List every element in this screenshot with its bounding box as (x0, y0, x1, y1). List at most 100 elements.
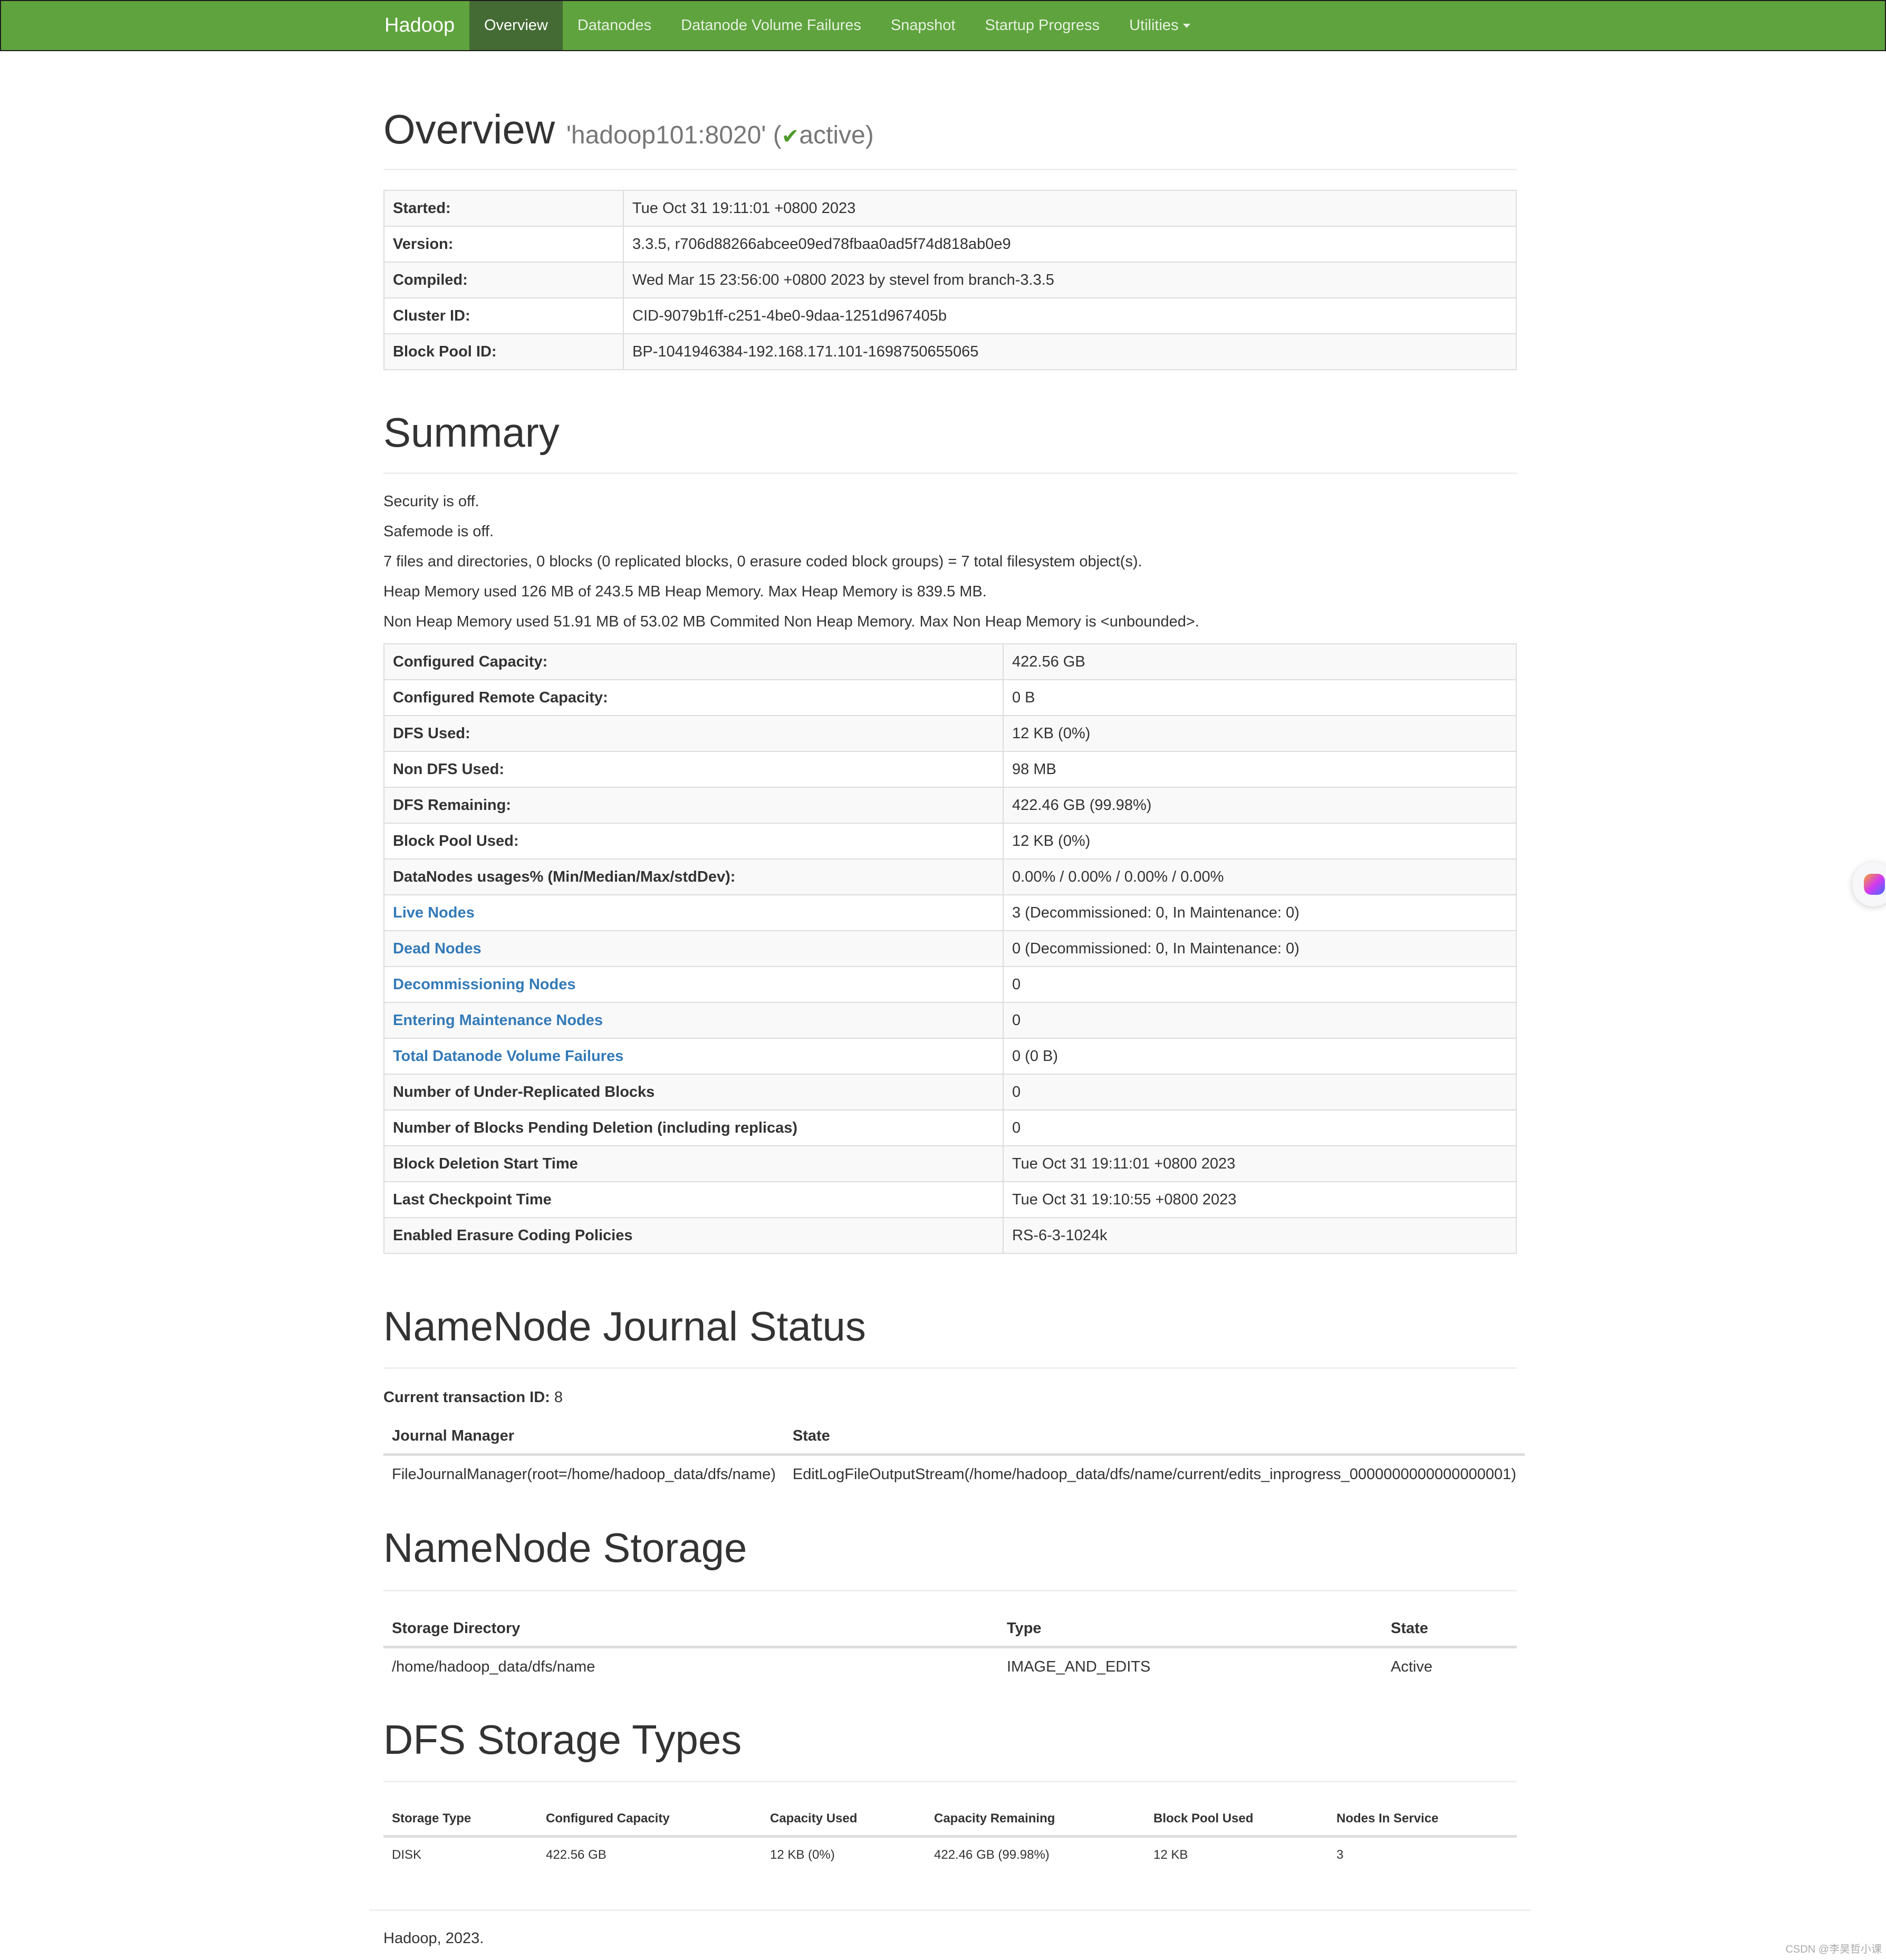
row-link[interactable]: Live Nodes (393, 904, 475, 921)
capacity-remaining-cell: 422.46 GB (99.98%) (934, 1848, 1050, 1862)
table-row: Version: 3.3.5, r706d88266abcee09ed78fbaa… (383, 226, 1517, 263)
row-value: 0 (1003, 1002, 1517, 1039)
current-transaction: Current transaction ID: 8 (383, 1389, 563, 1406)
row-label: Started: (383, 190, 624, 227)
row-value: 422.46 GB (99.98%) (1003, 787, 1517, 824)
row-label: Cluster ID: (383, 297, 624, 334)
nav-utilities-dropdown[interactable]: Utilities (1114, 1, 1205, 50)
nav-datanodes[interactable]: Datanodes (563, 1, 666, 50)
row-value: 0 (0 B) (1003, 1038, 1517, 1075)
row-label: Configured Capacity: (383, 643, 1004, 680)
row-value: 0 (1003, 1109, 1517, 1146)
table-row: Number of Blocks Pending Deletion (inclu… (383, 1109, 1517, 1146)
row-value: 12 KB (0%) (1003, 823, 1517, 860)
journal-state-cell: EditLogFileOutputStream(/home/hadoop_dat… (792, 1465, 1516, 1483)
col-state: State (1382, 1611, 1517, 1648)
nav-snapshot[interactable]: Snapshot (876, 1, 970, 50)
table-row: Dead Nodes 0 (Decommissioned: 0, In Maint… (383, 930, 1517, 967)
check-icon: ✔ (781, 125, 800, 148)
row-value: Tue Oct 31 19:11:01 +0800 2023 (623, 190, 1517, 227)
divider (383, 1590, 1517, 1591)
row-label: Block Pool Used: (383, 823, 1004, 860)
col-nodes-in-service: Nodes In Service (1328, 1802, 1517, 1838)
filesystem-objects: 7 files and directories, 0 blocks (0 rep… (383, 553, 1142, 570)
table-row: Live Nodes 3 (Decommissioned: 0, In Maint… (383, 894, 1517, 931)
non-heap-memory: Non Heap Memory used 51.91 MB of 53.02 M… (383, 613, 1199, 630)
row-link[interactable]: Entering Maintenance Nodes (393, 1012, 603, 1029)
row-label: Dead Nodes (383, 930, 1004, 967)
overview-heading: Overview 'hadoop101:8020' (✔active) (383, 105, 874, 153)
ai-assistant-button[interactable] (1852, 862, 1886, 906)
row-link[interactable]: Decommissioning Nodes (393, 976, 575, 993)
nav-menu: Overview Datanodes Datanode Volume Failu… (469, 1, 1205, 50)
table-row: Configured Remote Capacity: 0 B (383, 679, 1517, 716)
nav-datanode-volume-failures[interactable]: Datanode Volume Failures (666, 1, 876, 50)
row-label: Last Checkpoint Time (383, 1181, 1004, 1218)
table-row: Cluster ID: CID-9079b1ff-c251-4be0-9daa-1… (383, 297, 1517, 334)
journal-table: Journal Manager State FileJournalManager… (383, 1418, 1525, 1493)
nav-overview[interactable]: Overview (469, 1, 563, 50)
journal-heading: NameNode Journal Status (383, 1303, 866, 1349)
row-value: 0 (1003, 1074, 1517, 1111)
table-row: Compiled: Wed Mar 15 23:56:00 +0800 2023 … (383, 262, 1517, 298)
table-row: /home/hadoop_data/dfs/name IMAGE_AND_EDI… (383, 1647, 1517, 1686)
table-row: Block Deletion Start Time Tue Oct 31 19:1… (383, 1145, 1517, 1182)
row-value: CID-9079b1ff-c251-4be0-9daa-1251d967405b (623, 297, 1517, 334)
heap-memory: Heap Memory used 126 MB of 243.5 MB Heap… (383, 583, 987, 600)
row-label: Configured Remote Capacity: (383, 679, 1004, 716)
footer-divider (369, 1909, 1531, 1911)
row-label: Entering Maintenance Nodes (383, 1002, 1004, 1039)
table-row: Entering Maintenance Nodes 0 (383, 1002, 1517, 1039)
row-link[interactable]: Dead Nodes (393, 940, 482, 957)
txid-value: 8 (554, 1389, 563, 1406)
row-value: 0 (1003, 966, 1517, 1003)
brand-logo[interactable]: Hadoop (384, 1, 469, 50)
overview-title: Overview (383, 106, 555, 152)
row-label: Live Nodes (383, 894, 1004, 931)
col-capacity-used: Capacity Used (762, 1802, 926, 1838)
brain-icon (1864, 874, 1885, 895)
row-label: Block Pool ID: (383, 333, 624, 370)
namenode-status: active) (799, 121, 874, 149)
col-state: State (784, 1418, 1525, 1456)
summary-heading: Summary (383, 409, 560, 456)
row-value: 0 B (1003, 679, 1517, 716)
top-navbar: Hadoop Overview Datanodes Datanode Volum… (0, 0, 1886, 51)
block-pool-used-cell: 12 KB (1153, 1848, 1188, 1862)
col-capacity-remaining: Capacity Remaining (926, 1802, 1145, 1838)
col-configured-capacity: Configured Capacity (537, 1802, 762, 1838)
capacity-used-cell: 12 KB (0%) (770, 1848, 835, 1862)
dfs-types-heading: DFS Storage Types (383, 1716, 742, 1763)
row-label: Version: (383, 226, 624, 263)
storage-heading: NameNode Storage (383, 1524, 747, 1571)
row-value: Wed Mar 15 23:56:00 +0800 2023 by stevel… (623, 262, 1517, 298)
table-row: Started: Tue Oct 31 19:11:01 +0800 2023 (383, 190, 1517, 227)
nav-utilities-label: Utilities (1129, 17, 1179, 34)
storage-type-cell: IMAGE_AND_EDITS (1007, 1658, 1151, 1675)
row-label: Non DFS Used: (383, 751, 1004, 788)
divider (383, 1781, 1517, 1782)
footer-text: Hadoop, 2023. (383, 1930, 484, 1947)
row-link[interactable]: Total Datanode Volume Failures (393, 1048, 623, 1065)
row-label: Compiled: (383, 262, 624, 298)
summary-table: Configured Capacity: 422.56 GB Configured … (383, 643, 1517, 1254)
storage-directory-cell: /home/hadoop_data/dfs/name (392, 1658, 595, 1675)
storage-table: Storage Directory Type State /home/hadoo… (383, 1611, 1517, 1685)
row-label: DFS Used: (383, 715, 1004, 752)
watermark: CSDN @李昊哲小课 (1785, 1944, 1882, 1955)
table-row: Decommissioning Nodes 0 (383, 966, 1517, 1003)
row-value: 0 (Decommissioned: 0, In Maintenance: 0) (1003, 930, 1517, 967)
caret-down-icon (1182, 24, 1190, 28)
row-label: Decommissioning Nodes (383, 966, 1004, 1003)
row-value: 422.56 GB (1003, 643, 1517, 680)
row-value: 3 (Decommissioned: 0, In Maintenance: 0) (1003, 894, 1517, 931)
row-label: DataNodes usages% (Min/Median/Max/stdDev… (383, 858, 1004, 895)
table-row: Enabled Erasure Coding Policies RS-6-3-10… (383, 1217, 1517, 1254)
safemode-status: Safemode is off. (383, 523, 494, 540)
row-value: Tue Oct 31 19:11:01 +0800 2023 (1003, 1145, 1517, 1182)
row-label: Total Datanode Volume Failures (383, 1038, 1004, 1075)
divider (383, 169, 1517, 170)
table-row: DISK 422.56 GB 12 KB (0%) 422.46 GB (99.… (383, 1837, 1517, 1873)
row-value: 12 KB (0%) (1003, 715, 1517, 752)
nav-startup-progress[interactable]: Startup Progress (970, 1, 1114, 50)
